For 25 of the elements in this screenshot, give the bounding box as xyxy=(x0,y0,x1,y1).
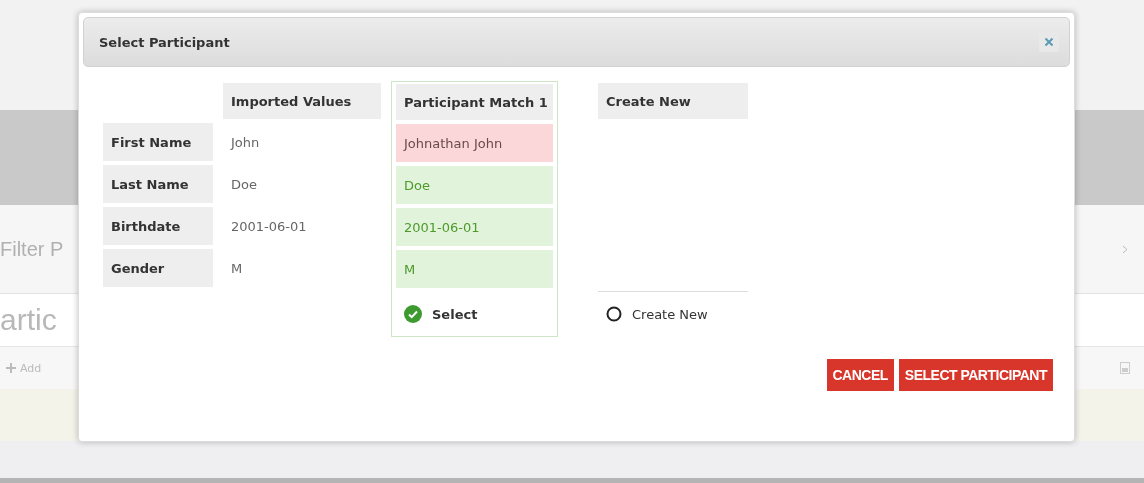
match-cell: M xyxy=(396,250,553,288)
table-cell-text: 2001-06-01 xyxy=(230,217,308,236)
row-label: Gender xyxy=(103,249,213,287)
dialog-title: Select Participant xyxy=(99,34,230,50)
table-cell-text: M xyxy=(230,259,244,278)
table-cell-text: Doe xyxy=(230,175,258,194)
column-header: Participant Match 1 xyxy=(396,84,553,120)
match-cell: Johnathan John xyxy=(396,124,553,162)
save-icon[interactable] xyxy=(1120,362,1130,374)
row-label: First Name xyxy=(103,123,213,161)
column-header: Imported Values xyxy=(223,83,381,119)
filter-label: Filter P xyxy=(0,237,64,261)
select-participant-button[interactable]: SELECT PARTICIPANT xyxy=(898,359,1053,391)
chevron-right-icon[interactable] xyxy=(1122,244,1128,254)
option-radio[interactable]: Select xyxy=(396,305,486,323)
column-header: Create New xyxy=(598,83,748,119)
match-cell: 2001-06-01 xyxy=(396,208,553,246)
plus-icon xyxy=(6,363,16,373)
table-cell-text: John xyxy=(229,133,261,152)
row-label: Last Name xyxy=(103,165,213,203)
row-label: Birthdate xyxy=(103,207,213,245)
match-cell: Doe xyxy=(396,166,553,204)
cancel-button[interactable]: CANCEL xyxy=(826,359,894,391)
option-radio[interactable]: Create New xyxy=(598,306,716,322)
page-heading: artic xyxy=(0,303,57,337)
